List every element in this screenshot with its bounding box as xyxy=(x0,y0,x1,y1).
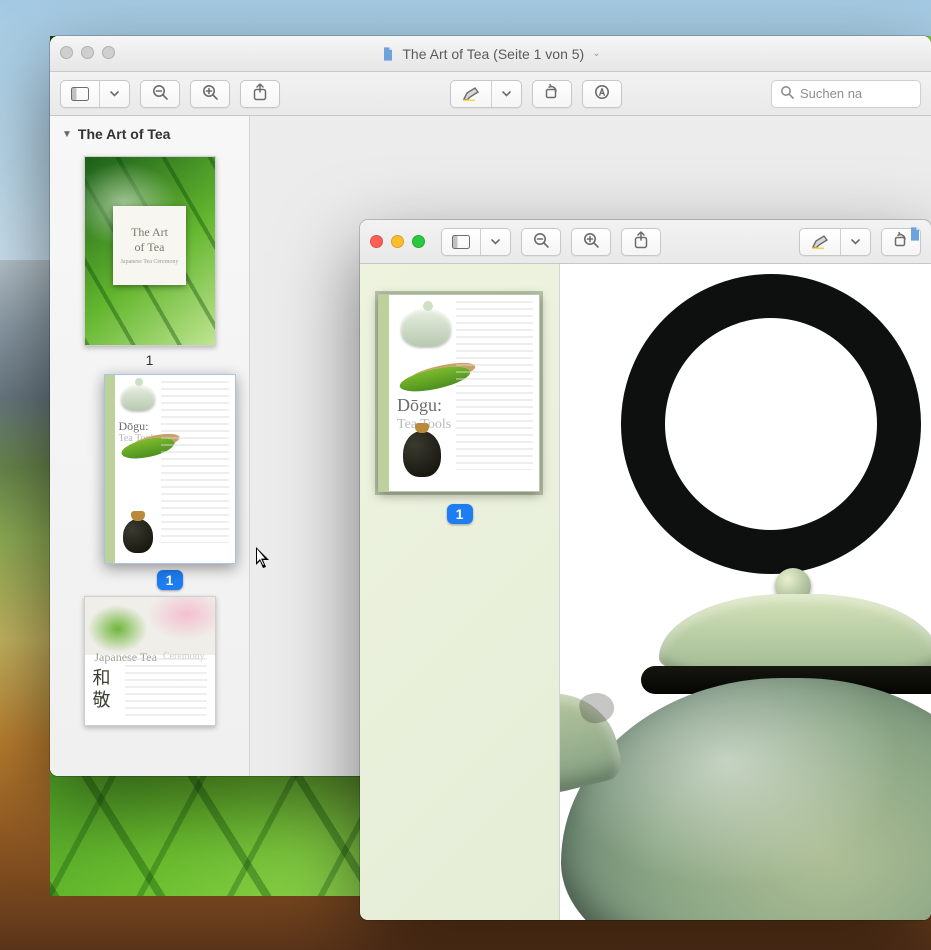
thumbnail-page-3[interactable]: Japanese Tea Ceremony 和 敬 xyxy=(84,596,216,726)
mouse-cursor xyxy=(254,546,274,572)
zoom-in-button[interactable] xyxy=(190,80,230,108)
close-button[interactable] xyxy=(370,235,383,248)
thumbnail-page-1[interactable]: The Art of Tea Japanese Tea Ceremony xyxy=(84,156,216,346)
sidebar-icon xyxy=(61,81,99,107)
rotate-icon xyxy=(543,83,561,104)
zoom-out-icon xyxy=(532,231,550,252)
thumbnail-page-1[interactable]: Dōgu: Tea Tools xyxy=(378,294,540,492)
thumb-title: Dōgu: xyxy=(397,395,442,416)
window-title: The Art of Tea (Seite 1 von 5) ⌄ xyxy=(50,36,931,72)
search-placeholder: Suchen na xyxy=(800,86,862,101)
chevron-down-icon xyxy=(480,229,510,255)
share-button[interactable] xyxy=(240,80,280,108)
teapot-image xyxy=(560,274,931,914)
sidebar-title: The Art of Tea xyxy=(78,126,171,142)
zoom-out-button[interactable] xyxy=(521,228,561,256)
thumbnail-page-3-image: Japanese Tea Ceremony 和 敬 xyxy=(85,597,215,725)
highlight-split[interactable] xyxy=(799,228,871,256)
rotate-button[interactable] xyxy=(532,80,572,108)
thumbnail-page-1-image: The Art of Tea Japanese Tea Ceremony xyxy=(85,157,215,345)
highlight-icon xyxy=(800,229,840,255)
page-label-1: 1 xyxy=(378,504,541,524)
sidebar-section-header[interactable]: ▼ The Art of Tea xyxy=(58,124,241,150)
minimize-button[interactable] xyxy=(391,235,404,248)
cover-card: The Art of Tea Japanese Tea Ceremony xyxy=(113,206,186,285)
toolbar xyxy=(360,220,931,264)
thumbnails-sidebar[interactable]: ▼ The Art of Tea The Art of Tea Japanese… xyxy=(50,116,250,776)
window-title-text: The Art of Tea (Seite 1 von 5) xyxy=(402,36,584,72)
document-icon xyxy=(380,46,396,62)
search-field[interactable]: Suchen na xyxy=(771,80,921,108)
document-area[interactable] xyxy=(560,264,931,920)
thumbnail-page-2-image: Dōgu: Tea Tools xyxy=(105,375,235,563)
page-badge-1: 1 xyxy=(447,504,473,524)
titlebar[interactable]: The Art of Tea (Seite 1 von 5) ⌄ xyxy=(50,36,931,72)
share-button[interactable] xyxy=(621,228,661,256)
zoom-in-button[interactable] xyxy=(571,228,611,256)
markup-icon xyxy=(593,83,611,104)
zoom-out-button[interactable] xyxy=(140,80,180,108)
sidebar-toggle[interactable] xyxy=(441,228,511,256)
search-icon xyxy=(780,85,794,102)
share-icon xyxy=(252,83,268,104)
thumb2-title: Dōgu: xyxy=(119,419,149,434)
chevron-down-icon xyxy=(491,81,521,107)
toolbar: Suchen na xyxy=(50,72,931,116)
thumbnail-page-1-image: Dōgu: Tea Tools xyxy=(379,295,539,491)
window-body: Dōgu: Tea Tools 1 xyxy=(360,264,931,920)
chevron-down-icon xyxy=(99,81,129,107)
sidebar-toggle[interactable] xyxy=(60,80,130,108)
zoom-in-icon xyxy=(201,83,219,104)
page-label-1: 1 xyxy=(58,352,241,368)
page-label-2: 1 xyxy=(78,570,250,590)
window-controls xyxy=(370,235,425,248)
sidebar-icon xyxy=(442,229,480,255)
thumbnail-page-2[interactable]: Dōgu: Tea Tools xyxy=(104,374,236,564)
thumbnail-page-2-wrapper: Dōgu: Tea Tools 1 xyxy=(78,374,250,590)
cover-title-line2: of Tea xyxy=(135,240,165,255)
zoom-in-icon xyxy=(582,231,600,252)
zoom-button[interactable] xyxy=(412,235,425,248)
disclosure-triangle-icon[interactable]: ▼ xyxy=(62,129,72,140)
cover-subtitle: Japanese Tea Ceremony xyxy=(121,259,179,265)
highlight-icon xyxy=(451,81,491,107)
thumb3-kanji: 和 敬 xyxy=(93,667,117,715)
cover-title-line1: The Art xyxy=(131,225,168,240)
zoom-out-icon xyxy=(151,83,169,104)
page-badge-2: 1 xyxy=(157,570,183,590)
window-preview-secondary[interactable]: Dōgu: Tea Tools 1 xyxy=(360,220,931,920)
markup-button[interactable] xyxy=(582,80,622,108)
chevron-down-icon[interactable]: ⌄ xyxy=(592,36,600,72)
thumbnails-sidebar[interactable]: Dōgu: Tea Tools 1 xyxy=(360,264,560,920)
highlight-split[interactable] xyxy=(450,80,522,108)
chevron-down-icon xyxy=(840,229,870,255)
document-icon xyxy=(907,226,923,247)
desktop: The Art of Tea (Seite 1 von 5) ⌄ xyxy=(0,0,931,950)
share-icon xyxy=(633,231,649,252)
